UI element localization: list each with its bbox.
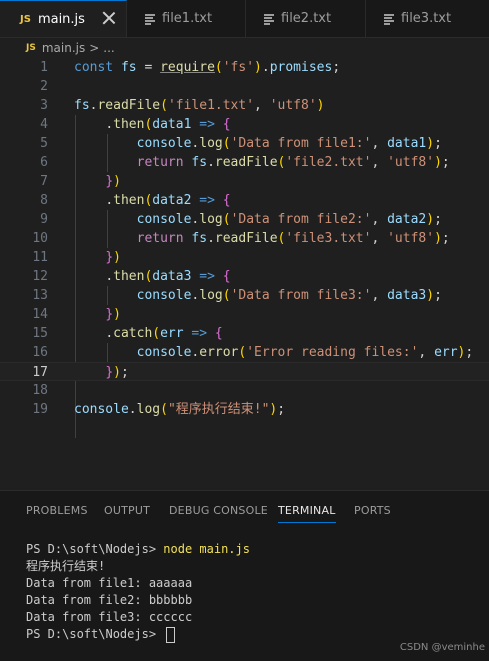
breadcrumb-more[interactable]: ...	[103, 41, 114, 55]
code-line: 15 .catch(err => {	[0, 324, 489, 343]
text-file-icon	[263, 12, 275, 25]
code-line: 3 fs.readFile('file1.txt', 'utf8')	[0, 96, 489, 115]
text-file-icon	[383, 12, 395, 25]
bottom-panel: PROBLEMS OUTPUT DEBUG CONSOLE TERMINAL P…	[0, 490, 489, 661]
tab-file3-txt[interactable]: file3.txt	[366, 0, 489, 37]
code-text: .then(data3 => {	[105, 269, 231, 284]
line-number: 7	[40, 174, 48, 189]
code-line: 4 .then(data1 => {	[0, 115, 489, 134]
tab-output[interactable]: OUTPUT	[104, 504, 150, 517]
code-text: })	[105, 307, 121, 322]
breadcrumb: JS main.js > ...	[0, 38, 489, 58]
code-line: 16 console.error('Error reading files:',…	[0, 343, 489, 362]
terminal-prompt: PS D:\soft\Nodejs>	[26, 542, 164, 556]
terminal-line: Data from file2: bbbbbb	[26, 593, 193, 607]
code-text: .then(data2 => {	[105, 193, 231, 208]
code-line: 7 })	[0, 172, 489, 191]
line-number: 8	[40, 193, 48, 208]
js-file-icon: JS	[26, 43, 36, 53]
code-text: console.error('Error reading files:', er…	[136, 345, 474, 360]
code-line: 18	[0, 381, 489, 400]
code-editor[interactable]: 1 const fs = require('fs').promises; 2 3 f…	[0, 58, 489, 490]
tab-ports[interactable]: PORTS	[354, 504, 391, 517]
tab-file1-txt[interactable]: file1.txt	[127, 0, 246, 37]
line-number: 6	[40, 155, 48, 170]
code-line: 1 const fs = require('fs').promises;	[0, 58, 489, 77]
terminal-prompt: PS D:\soft\Nodejs>	[26, 627, 164, 641]
code-line: 8 .then(data2 => {	[0, 191, 489, 210]
code-text: console.log('Data from file2:', data2);	[136, 212, 442, 227]
code-line: 12 .then(data3 => {	[0, 267, 489, 286]
line-number: 4	[40, 117, 48, 132]
terminal-line: Data from file3: cccccc	[26, 610, 193, 624]
tab-label: file3.txt	[401, 11, 452, 26]
code-text: });	[105, 365, 129, 380]
tab-terminal[interactable]: TERMINAL	[278, 504, 336, 523]
code-line: 13 console.log('Data from file3:', data3…	[0, 286, 489, 305]
code-text: console.log("程序执行结束!");	[74, 402, 286, 417]
code-text: console.log('Data from file3:', data3);	[136, 288, 442, 303]
terminal-command: node main.js	[163, 542, 250, 556]
code-line: 5 console.log('Data from file1:', data1)…	[0, 134, 489, 153]
line-number: 10	[32, 231, 48, 246]
line-number: 11	[32, 250, 48, 265]
line-number: 17	[32, 365, 48, 380]
code-text: return fs.readFile('file2.txt', 'utf8');	[136, 155, 450, 170]
code-text: })	[105, 174, 121, 189]
terminal-line: 程序执行结束!	[26, 559, 106, 573]
code-text: const fs = require('fs').promises;	[74, 60, 341, 75]
text-file-icon	[144, 12, 156, 25]
code-text: .then(data1 => {	[105, 117, 231, 132]
tab-problems[interactable]: PROBLEMS	[26, 504, 88, 517]
code-line-current: 17 });	[0, 362, 489, 381]
line-number: 19	[32, 402, 48, 417]
line-number: 14	[32, 307, 48, 322]
chevron-right-icon: >	[89, 41, 100, 55]
terminal-line: PS D:\soft\Nodejs>	[26, 626, 250, 643]
editor-tab-bar: JS main.js file1.txt file2.txt file3.txt	[0, 0, 489, 38]
breadcrumb-file[interactable]: main.js	[42, 41, 85, 55]
tab-label: file2.txt	[281, 11, 332, 26]
line-number: 5	[40, 136, 48, 151]
code-text: fs.readFile('file1.txt', 'utf8')	[74, 98, 325, 113]
code-line: 2	[0, 77, 489, 96]
code-text: .catch(err => {	[105, 326, 223, 341]
line-number: 16	[32, 345, 48, 360]
tab-debug-console[interactable]: DEBUG CONSOLE	[169, 504, 268, 517]
close-icon[interactable]	[102, 11, 116, 25]
code-text: return fs.readFile('file3.txt', 'utf8');	[136, 231, 450, 246]
tab-label: file1.txt	[162, 11, 213, 26]
line-number: 12	[32, 269, 48, 284]
tab-main-js[interactable]: JS main.js	[0, 0, 127, 37]
code-line: 6 return fs.readFile('file2.txt', 'utf8'…	[0, 153, 489, 172]
line-number: 9	[40, 212, 48, 227]
tab-file2-txt[interactable]: file2.txt	[246, 0, 366, 37]
panel-tabs: PROBLEMS OUTPUT DEBUG CONSOLE TERMINAL P…	[0, 491, 489, 529]
terminal-line: PS D:\soft\Nodejs> node main.js	[26, 541, 250, 558]
line-number: 2	[40, 79, 48, 94]
code-line: 9 console.log('Data from file2:', data2)…	[0, 210, 489, 229]
code-line: 19 console.log("程序执行结束!");	[0, 400, 489, 419]
code-line: 14 })	[0, 305, 489, 324]
code-text: })	[105, 250, 121, 265]
line-number: 3	[40, 98, 48, 113]
code-line: 11 })	[0, 248, 489, 267]
line-number: 18	[32, 383, 48, 398]
line-number: 13	[32, 288, 48, 303]
js-file-icon: JS	[20, 13, 31, 25]
watermark: CSDN @veminhe	[399, 642, 485, 653]
code-text: console.log('Data from file1:', data1);	[136, 136, 442, 151]
terminal-output[interactable]: PS D:\soft\Nodejs> node main.js 程序执行结束! …	[26, 541, 250, 643]
line-number: 15	[32, 326, 48, 341]
code-line: 10 return fs.readFile('file3.txt', 'utf8…	[0, 229, 489, 248]
line-number: 1	[40, 60, 48, 75]
terminal-line: Data from file1: aaaaaa	[26, 576, 193, 590]
terminal-cursor	[166, 626, 176, 643]
tab-label: main.js	[37, 11, 85, 27]
